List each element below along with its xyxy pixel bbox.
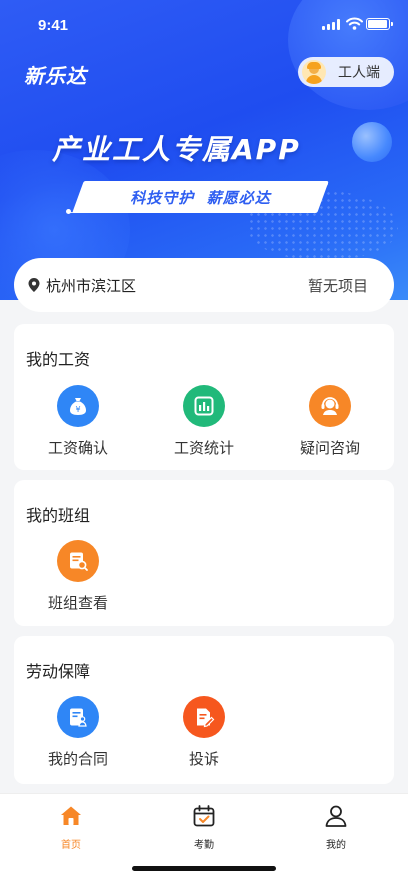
- contract-icon: [57, 696, 99, 738]
- decorative-orb: [352, 122, 392, 162]
- section-title-labor: 劳动保障: [26, 662, 91, 681]
- inquiry-button[interactable]: 疑问咨询: [266, 385, 394, 458]
- wage-stats-label: 工资统计: [173, 439, 234, 457]
- role-switch-button[interactable]: 工人端: [298, 57, 394, 87]
- tab-home-label: 首页: [61, 840, 81, 851]
- wifi-icon: [346, 17, 363, 30]
- worker-avatar-icon: [302, 60, 326, 84]
- team-view-button[interactable]: 班组查看: [14, 540, 142, 613]
- tab-mine-label: 我的: [326, 840, 346, 851]
- tab-mine[interactable]: 我的: [296, 804, 376, 851]
- hero-banner: 9:41 新乐达 工人端 产业工人专属APP 科技守护 薪愿必达: [0, 0, 408, 300]
- wage-stats-button[interactable]: 工资统计: [140, 385, 268, 458]
- headset-icon: [309, 385, 351, 427]
- my-contract-button[interactable]: 我的合同: [14, 696, 142, 769]
- team-section: 我的班组 班组查看: [14, 480, 394, 626]
- slogan-title: 产业工人专属APP: [52, 133, 301, 166]
- home-indicator: [132, 866, 276, 871]
- tab-attendance-label: 考勤: [194, 840, 214, 851]
- tab-home[interactable]: 首页: [31, 804, 111, 851]
- tagline-text: 科技守护 薪愿必达: [130, 188, 271, 207]
- bar-chart-icon: [183, 385, 225, 427]
- tab-attendance[interactable]: 考勤: [164, 804, 244, 851]
- labor-section: 劳动保障 我的合同 投诉: [14, 636, 394, 784]
- user-icon: [325, 805, 347, 827]
- location-city[interactable]: 杭州市滨江区: [46, 275, 308, 296]
- inquiry-label: 疑问咨询: [299, 439, 360, 457]
- cellular-signal-icon: [322, 19, 340, 30]
- tagline-banner: 科技守护 薪愿必达: [72, 181, 329, 213]
- complaint-label: 投诉: [188, 750, 219, 768]
- battery-icon: [366, 18, 393, 30]
- status-bar: 9:41: [0, 0, 408, 44]
- location-pin-icon: [28, 278, 40, 292]
- status-time: 9:41: [38, 17, 69, 34]
- complaint-icon: [183, 696, 225, 738]
- section-title-wage: 我的工资: [26, 350, 91, 369]
- team-view-label: 班组查看: [47, 594, 108, 612]
- wage-section: 我的工资 ¥ 工资确认 工资统计 疑问咨询: [14, 324, 394, 470]
- svg-text:¥: ¥: [75, 405, 80, 414]
- wage-confirm-label: 工资确认: [47, 439, 108, 457]
- location-bar[interactable]: 杭州市滨江区 暂无项目: [14, 258, 394, 312]
- my-contract-label: 我的合同: [47, 750, 108, 768]
- calendar-check-icon: [193, 805, 215, 827]
- app-logo: 新乐达: [24, 64, 87, 88]
- money-bag-icon: ¥: [57, 385, 99, 427]
- section-title-team: 我的班组: [26, 506, 91, 525]
- wage-confirm-button[interactable]: ¥ 工资确认: [14, 385, 142, 458]
- document-search-icon: [57, 540, 99, 582]
- role-label: 工人端: [338, 65, 380, 81]
- project-status[interactable]: 暂无项目: [308, 275, 368, 296]
- home-icon: [61, 806, 81, 825]
- complaint-button[interactable]: 投诉: [140, 696, 268, 769]
